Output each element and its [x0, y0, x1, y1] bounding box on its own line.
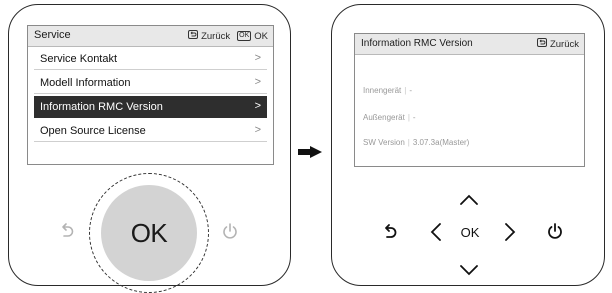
service-menu-screen: Service Zurück OK OK Service Kontakt > M…	[27, 25, 274, 165]
power-button[interactable]	[221, 222, 239, 245]
down-button[interactable]	[460, 263, 478, 281]
menu-item-label: Service Kontakt	[40, 53, 118, 65]
right-button[interactable]	[504, 223, 516, 246]
next-step-arrow-icon	[298, 146, 322, 158]
info-value: -	[412, 113, 416, 122]
info-label: Außengerät	[363, 113, 405, 122]
info-value: 3.07.3a(Master)	[412, 138, 470, 147]
info-label: SW Version	[363, 138, 405, 147]
rmc-header-actions: Zurück	[536, 38, 579, 50]
back-label[interactable]: Zurück	[550, 39, 579, 50]
menu-item-label: Open Source License	[40, 125, 146, 137]
back-icon	[62, 223, 74, 237]
power-icon	[223, 223, 237, 239]
rmc-version-screen: Information RMC Version Zurück Innengerä…	[354, 33, 585, 167]
chevron-right-icon: >	[254, 76, 261, 88]
chevron-right-icon: >	[254, 100, 261, 112]
service-header-actions: Zurück OK OK	[188, 30, 268, 42]
rmc-title: Information RMC Version	[361, 38, 473, 49]
service-title: Service	[34, 29, 71, 41]
controller-right: Information RMC Version Zurück Innengerä…	[331, 4, 605, 286]
back-label[interactable]: Zurück	[201, 31, 230, 42]
menu-item-modell-information[interactable]: Modell Information >	[34, 72, 267, 94]
back-icon	[385, 224, 397, 238]
power-button[interactable]	[546, 222, 564, 245]
info-row-innengeraet: Innengerät | -	[363, 86, 413, 95]
info-row-sw-version: SW Version | 3.07.3a(Master)	[363, 138, 470, 147]
chevron-right-icon: >	[254, 52, 261, 64]
ok-button-label: OK	[130, 217, 168, 248]
chevron-down-icon	[460, 265, 478, 276]
ok-button-label: OK	[460, 225, 480, 240]
back-icon[interactable]	[188, 30, 199, 42]
ok-key-icon: OK	[237, 31, 252, 41]
chevron-right-icon: >	[254, 124, 261, 136]
menu-item-label: Information RMC Version	[40, 101, 163, 113]
menu-item-label: Modell Information	[40, 77, 131, 89]
ok-button[interactable]: OK	[456, 224, 484, 242]
chevron-up-icon	[460, 194, 478, 205]
chevron-right-icon	[505, 223, 516, 241]
chevron-left-icon	[430, 223, 441, 241]
ok-button[interactable]: OK	[101, 185, 197, 281]
info-value: -	[409, 86, 413, 95]
controller-left: Service Zurück OK OK Service Kontakt > M…	[8, 4, 291, 293]
up-button[interactable]	[460, 193, 478, 211]
menu-item-information-rmc-version[interactable]: Information RMC Version >	[34, 96, 267, 118]
info-row-aussengeraet: Außengerät | -	[363, 113, 416, 122]
back-icon[interactable]	[536, 38, 547, 50]
power-icon	[548, 223, 562, 239]
left-button[interactable]	[430, 223, 442, 246]
rmc-header-bar: Information RMC Version Zurück	[355, 34, 584, 55]
service-header-bar: Service Zurück OK OK	[28, 26, 273, 47]
info-label: Innengerät	[363, 86, 402, 95]
menu-item-open-source-license[interactable]: Open Source License >	[34, 120, 267, 142]
back-button[interactable]	[382, 223, 398, 246]
back-button[interactable]	[59, 222, 75, 245]
ok-label[interactable]: OK	[254, 31, 268, 42]
menu-item-service-kontakt[interactable]: Service Kontakt >	[34, 48, 267, 70]
